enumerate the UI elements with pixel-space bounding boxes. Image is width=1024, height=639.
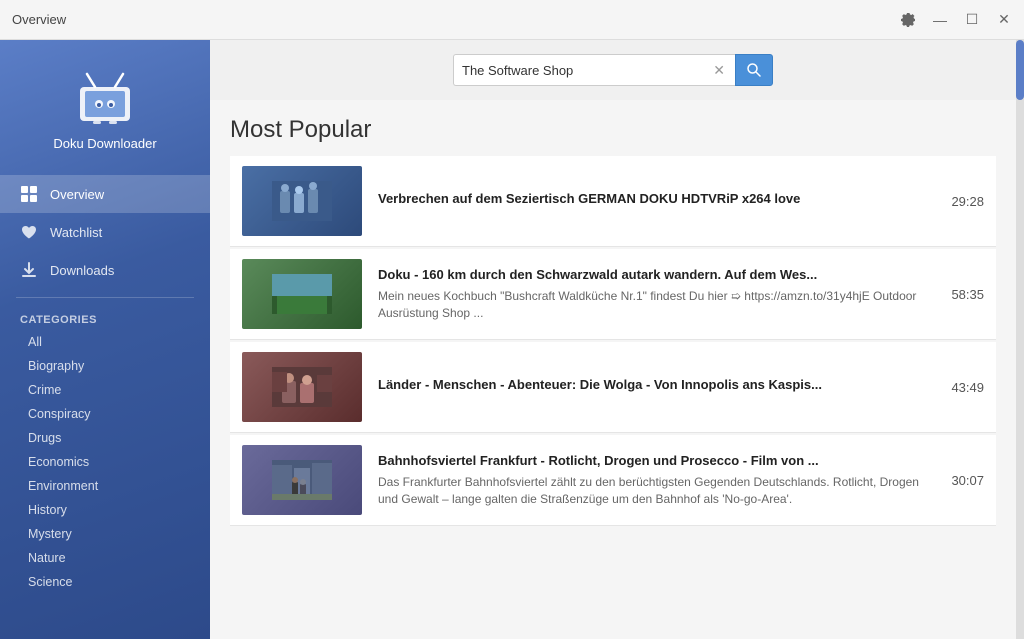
video-title: Bahnhofsviertel Frankfurt - Rotlicht, Dr… (378, 453, 923, 468)
video-duration: 30:07 (939, 473, 984, 488)
video-thumbnail (242, 445, 362, 515)
minimize-button[interactable]: — (932, 12, 948, 28)
settings-button[interactable] (900, 12, 916, 28)
category-environment[interactable]: Environment (0, 474, 210, 498)
app-logo-icon (73, 64, 137, 128)
category-list: All Biography Crime Conspiracy Drugs Eco… (0, 330, 210, 594)
window-chrome: Overview — ☐ ✕ (0, 0, 1024, 40)
category-history[interactable]: History (0, 498, 210, 522)
search-input[interactable] (462, 63, 711, 78)
content-area: Most Popular (210, 100, 1016, 639)
video-item[interactable]: Länder - Menschen - Abenteuer: Die Wolga… (230, 342, 996, 433)
sidebar-divider (16, 297, 194, 298)
sidebar-nav: Overview Watchlist Down (0, 175, 210, 289)
sidebar-item-downloads[interactable]: Downloads (0, 251, 210, 289)
category-conspiracy[interactable]: Conspiracy (0, 402, 210, 426)
download-icon (20, 261, 38, 279)
sidebar-item-overview-label: Overview (50, 187, 104, 202)
search-submit-button[interactable] (735, 54, 773, 86)
video-list: Verbrechen auf dem Seziertisch GERMAN DO… (230, 156, 996, 528)
window-title: Overview (12, 12, 66, 27)
logo-area: Doku Downloader (0, 40, 210, 167)
content-toolbar: ✕ (210, 40, 1016, 100)
category-mystery[interactable]: Mystery (0, 522, 210, 546)
video-info: Doku - 160 km durch den Schwarzwald auta… (378, 267, 923, 322)
video-info: Länder - Menschen - Abenteuer: Die Wolga… (378, 377, 923, 398)
category-economics[interactable]: Economics (0, 450, 210, 474)
window-controls: — ☐ ✕ (900, 12, 1012, 28)
sidebar: Doku Downloader Overview (0, 40, 210, 639)
video-duration: 29:28 (939, 194, 984, 209)
search-bar: ✕ (453, 54, 773, 86)
scrollbar-thumb[interactable] (1016, 40, 1024, 100)
category-crime[interactable]: Crime (0, 378, 210, 402)
category-all[interactable]: All (0, 330, 210, 354)
video-title: Verbrechen auf dem Seziertisch GERMAN DO… (378, 191, 923, 206)
sidebar-item-overview[interactable]: Overview (0, 175, 210, 213)
video-thumbnail (242, 166, 362, 236)
category-science[interactable]: Science (0, 570, 210, 594)
category-nature[interactable]: Nature (0, 546, 210, 570)
video-description: Das Frankfurter Bahnhofsviertel zählt zu… (378, 474, 923, 508)
maximize-button[interactable]: ☐ (964, 12, 980, 28)
video-info: Verbrechen auf dem Seziertisch GERMAN DO… (378, 191, 923, 212)
video-info: Bahnhofsviertel Frankfurt - Rotlicht, Dr… (378, 453, 923, 508)
video-thumbnail (242, 259, 362, 329)
sidebar-item-watchlist[interactable]: Watchlist (0, 213, 210, 251)
category-drugs[interactable]: Drugs (0, 426, 210, 450)
app-body: Doku Downloader Overview (0, 40, 1024, 639)
sidebar-item-downloads-label: Downloads (50, 263, 114, 278)
video-thumbnail (242, 352, 362, 422)
sidebar-item-watchlist-label: Watchlist (50, 225, 102, 240)
video-item[interactable]: Verbrechen auf dem Seziertisch GERMAN DO… (230, 156, 996, 247)
close-button[interactable]: ✕ (996, 12, 1012, 28)
video-duration: 43:49 (939, 380, 984, 395)
video-item[interactable]: Doku - 160 km durch den Schwarzwald auta… (230, 249, 996, 340)
search-input-wrapper: ✕ (453, 54, 735, 86)
category-biography[interactable]: Biography (0, 354, 210, 378)
section-title: Most Popular (230, 116, 996, 144)
right-scrollbar[interactable] (1016, 40, 1024, 639)
grid-icon (20, 185, 38, 203)
app-name: Doku Downloader (53, 136, 156, 151)
categories-label: Categories (0, 306, 210, 330)
video-item[interactable]: Bahnhofsviertel Frankfurt - Rotlicht, Dr… (230, 435, 996, 526)
video-description: Mein neues Kochbuch "Bushcraft Waldküche… (378, 288, 923, 322)
search-clear-button[interactable]: ✕ (711, 62, 727, 79)
heart-icon (20, 223, 38, 241)
video-duration: 58:35 (939, 287, 984, 302)
video-title: Länder - Menschen - Abenteuer: Die Wolga… (378, 377, 923, 392)
video-title: Doku - 160 km durch den Schwarzwald auta… (378, 267, 923, 282)
main-content: ✕ Most Popular (210, 40, 1016, 639)
